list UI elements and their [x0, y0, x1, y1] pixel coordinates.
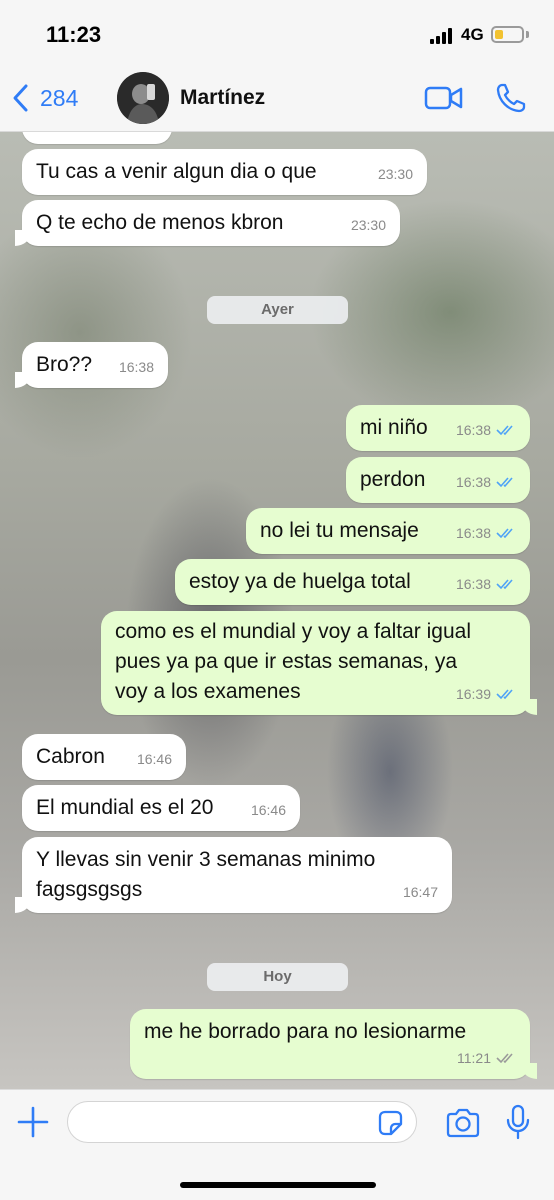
read-receipt-icon	[496, 689, 513, 700]
message-time: 16:38	[118, 359, 154, 375]
date-separator: Hoy	[207, 963, 348, 991]
chat-area[interactable]: 23:30 Tu cas a venir algun dia o que 23:…	[0, 132, 554, 1089]
cellular-signal-icon	[430, 28, 454, 44]
network-type: 4G	[461, 25, 484, 44]
camera-icon[interactable]	[445, 1107, 481, 1139]
chevron-left-icon	[13, 84, 28, 112]
message-time: 16:46	[136, 751, 172, 767]
message-bubble[interactable]: como es el mundial y voy a faltar igual …	[101, 611, 537, 715]
message-text: estoy ya de huelga total	[189, 570, 411, 593]
message-time: 16:38	[455, 525, 491, 541]
plus-icon[interactable]	[15, 1104, 51, 1140]
message-time: 16:38	[455, 474, 491, 490]
message-bubble-partial[interactable]: 23:30	[22, 132, 172, 144]
message-text: no lei tu mensaje	[260, 519, 419, 542]
message-bubble[interactable]: estoy ya de huelga total 16:38	[175, 559, 530, 605]
message-time: 23:30	[350, 217, 386, 233]
message-text: Q te echo de menos kbron	[36, 211, 284, 234]
back-button[interactable]: 284	[10, 80, 78, 116]
message-text: Cabron	[36, 745, 105, 768]
read-receipt-icon	[496, 425, 513, 436]
message-time: 23:30	[123, 132, 158, 142]
message-input[interactable]	[67, 1101, 417, 1143]
message-time: 16:38	[455, 576, 491, 592]
message-time: 16:47	[402, 884, 438, 900]
message-bubble[interactable]: no lei tu mensaje 16:38	[246, 508, 530, 554]
message-text: me he borrado para no lesionarme	[144, 1020, 467, 1043]
contact-name[interactable]: Martínez	[180, 86, 265, 110]
message-text: Tu cas a venir algun dia o que	[36, 160, 317, 183]
message-input-bar	[0, 1089, 554, 1200]
message-time: 16:46	[250, 802, 286, 818]
chat-header: 284 Martínez	[0, 62, 554, 132]
date-separator: Ayer	[207, 296, 348, 324]
microphone-icon[interactable]	[505, 1104, 531, 1140]
message-time: 16:38	[455, 422, 491, 438]
message-bubble[interactable]: El mundial es el 20 16:46	[22, 785, 300, 831]
home-indicator	[180, 1182, 376, 1188]
message-text: El mundial es el 20	[36, 796, 214, 819]
message-bubble[interactable]: Y llevas sin venir 3 semanas minimo fags…	[15, 837, 452, 913]
battery-tip	[526, 31, 529, 38]
message-text: mi niño	[360, 416, 428, 439]
message-bubble[interactable]: mi niño 16:38	[346, 405, 530, 451]
read-receipt-icon	[496, 477, 513, 488]
status-time: 11:23	[46, 22, 102, 47]
message-text: perdon	[360, 468, 426, 491]
unread-count: 284	[40, 84, 79, 111]
read-receipt-icon	[496, 528, 513, 539]
message-bubble[interactable]: Q te echo de menos kbron 23:30	[15, 200, 400, 246]
avatar-photo	[117, 72, 169, 124]
message-bubble[interactable]: perdon 16:38	[346, 457, 530, 503]
message-text: como es el mundial y voy a faltar igual …	[115, 620, 472, 703]
video-camera-icon[interactable]	[424, 84, 464, 112]
read-receipt-icon	[496, 579, 513, 590]
message-text: Bro??	[36, 353, 93, 376]
message-bubble[interactable]: Tu cas a venir algun dia o que 23:30	[22, 149, 427, 195]
message-bubble[interactable]: Bro?? 16:38	[15, 342, 168, 388]
delivered-receipt-icon	[496, 1053, 513, 1064]
message-time: 11:21	[457, 1050, 491, 1066]
message-bubble[interactable]: me he borrado para no lesionarme 11:21	[130, 1009, 537, 1079]
battery-icon	[491, 26, 524, 43]
phone-icon[interactable]	[495, 82, 527, 114]
status-bar: 11:23 4G	[0, 0, 554, 62]
sticker-icon[interactable]	[376, 1109, 404, 1137]
avatar[interactable]	[117, 72, 169, 124]
message-time: 23:30	[377, 166, 413, 182]
message-bubble[interactable]: Cabron 16:46	[22, 734, 186, 780]
message-time: 16:39	[455, 686, 491, 702]
message-text: Y llevas sin venir 3 semanas minimo fags…	[36, 848, 376, 901]
